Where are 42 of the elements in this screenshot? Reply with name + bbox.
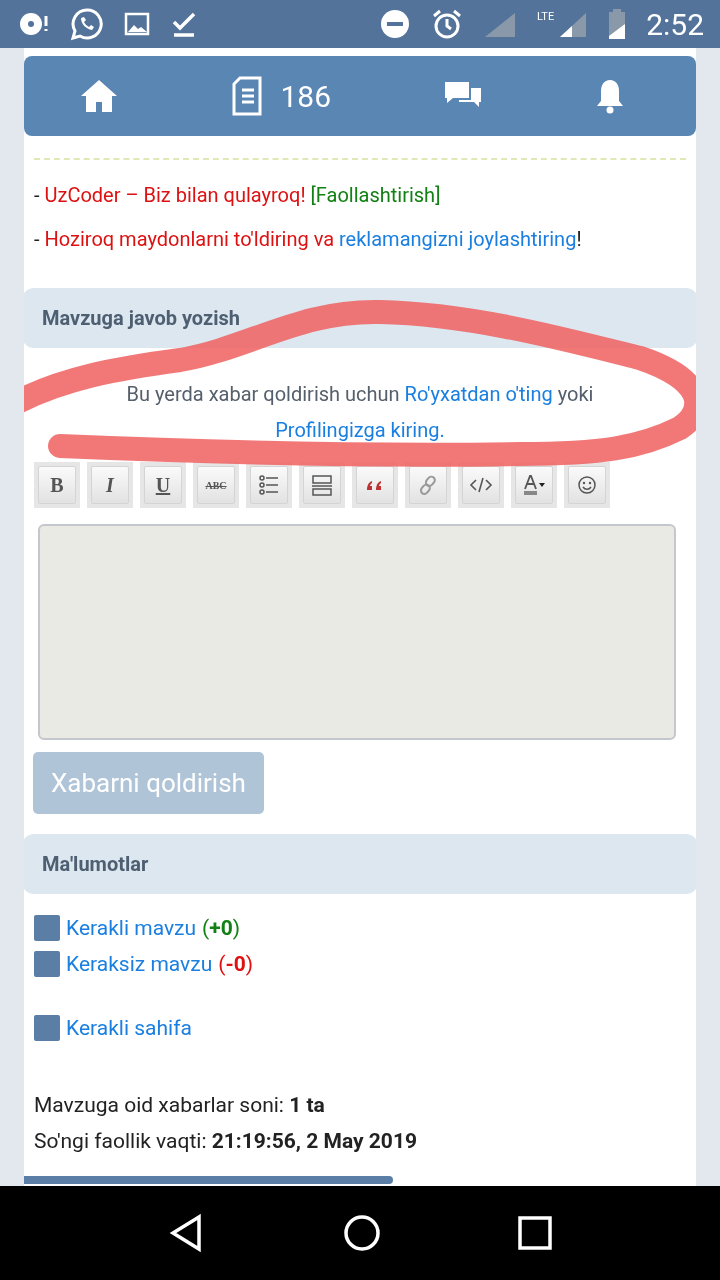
- vote-count: (+0): [202, 916, 241, 940]
- link[interactable]: reklamangizni joylashtiring: [339, 227, 577, 251]
- home-icon[interactable]: [79, 78, 119, 114]
- home-circle-icon[interactable]: [342, 1213, 382, 1253]
- advert-line: - UzCoder – Biz bilan qulayroq! [Faollashtirish]: [34, 182, 442, 208]
- link[interactable]: Ro'yxatdan o'ting: [404, 382, 553, 406]
- advert-line: - Hoziroq maydonlarni to'ldiring va reklamangizni joylashtiring!: [34, 226, 583, 252]
- horizontal-rule-icon: [310, 473, 334, 497]
- document-icon[interactable]: [230, 76, 265, 116]
- text-color-icon: [522, 473, 546, 497]
- toolbar-button[interactable]: [299, 462, 345, 508]
- vote-link[interactable]: Kerakli mavzu: [66, 916, 197, 940]
- image-icon: [124, 11, 150, 37]
- toolbar-button[interactable]: [564, 462, 610, 508]
- vote-link[interactable]: Keraksiz mavzu: [66, 952, 213, 976]
- clock-time: 2:52: [646, 6, 704, 42]
- toolbar-button[interactable]: ABC: [193, 462, 239, 508]
- vote-count: (-0): [218, 952, 254, 976]
- topic-stat: Mavzuga oid xabarlar soni: 1 ta: [34, 1092, 326, 1119]
- bell-icon[interactable]: [594, 77, 626, 115]
- checkmark-icon: [170, 10, 198, 38]
- battery-icon: [608, 8, 627, 40]
- link[interactable]: Profilingizga kiring.: [275, 418, 445, 442]
- network-type: LTE: [536, 10, 555, 23]
- chat-bubble-icon: [70, 7, 104, 41]
- page-vote-link[interactable]: Kerakli sahifa: [66, 1016, 192, 1040]
- activate-link[interactable]: [Faollashtirish]: [310, 183, 441, 207]
- smiley-icon: [575, 473, 599, 497]
- post-count: 186: [280, 78, 332, 114]
- section-header: Ma'lumotlar: [24, 834, 696, 894]
- toolbar-button[interactable]: [246, 462, 292, 508]
- alarm-clock-icon: [430, 8, 463, 40]
- login-notice: Bu yerda xabar qoldirish uchun Ro'yxatdan o'ting yoki Profilingizga kiring.: [125, 381, 595, 444]
- toolbar-button[interactable]: I: [87, 462, 133, 508]
- toolbar-button[interactable]: B: [34, 462, 80, 508]
- topic-stat: So'ngi faollik vaqti: 21:19:56, 2 May 2019: [34, 1128, 418, 1155]
- toolbar-button[interactable]: U: [140, 462, 186, 508]
- message-field[interactable]: [38, 524, 676, 740]
- recent-apps-icon[interactable]: [516, 1215, 553, 1251]
- list-icon: [257, 473, 281, 497]
- do-not-disturb-icon: [378, 8, 411, 40]
- toolbar-button[interactable]: [511, 462, 557, 508]
